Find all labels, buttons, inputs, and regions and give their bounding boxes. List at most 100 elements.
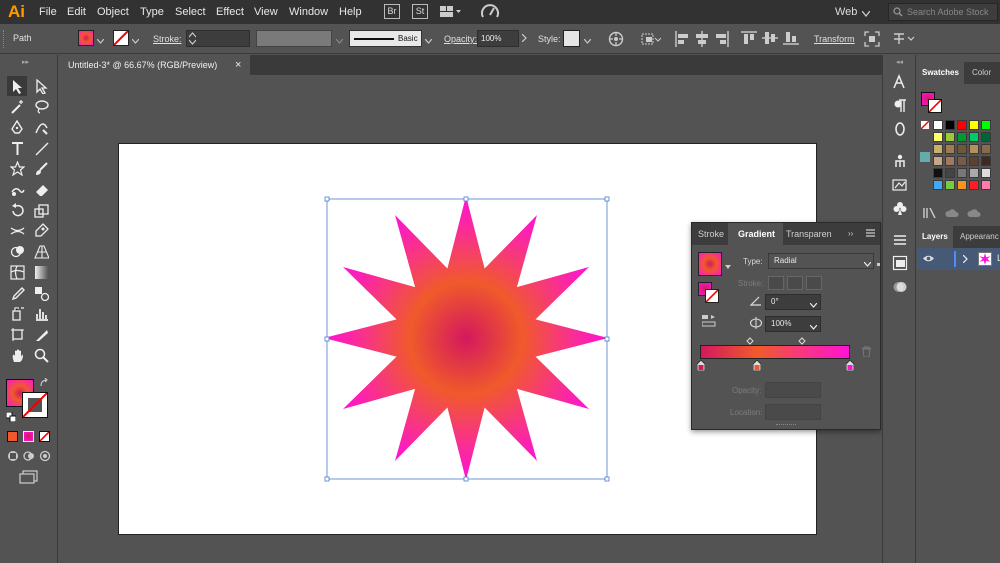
panel-options-icon[interactable]	[877, 258, 880, 269]
swatch[interactable]	[957, 156, 967, 166]
swatch[interactable]	[981, 132, 991, 142]
color-stop-2[interactable]	[752, 359, 762, 374]
gradient-tool[interactable]	[31, 262, 51, 282]
recolor-artwork-icon[interactable]	[608, 31, 624, 50]
align-bottom-icon[interactable]	[783, 31, 799, 48]
stroke-label[interactable]: Stroke:	[153, 34, 182, 44]
swatch[interactable]	[933, 156, 943, 166]
collapse-panel-icon[interactable]: ››	[848, 229, 853, 238]
swatch[interactable]	[969, 144, 979, 154]
menu-select[interactable]: Select	[175, 6, 206, 18]
gpu-performance-icon[interactable]	[480, 3, 500, 24]
slice-tool[interactable]	[31, 324, 51, 344]
brush-definition-field[interactable]: Basic	[349, 30, 422, 47]
align-to-icon[interactable]	[641, 31, 662, 50]
swatch[interactable]	[957, 144, 967, 154]
swatch[interactable]	[933, 144, 943, 154]
transform-button[interactable]: Transform	[814, 34, 855, 44]
blend-tool[interactable]	[31, 283, 51, 303]
reverse-gradient-icon[interactable]	[701, 315, 716, 330]
none-mode-button[interactable]	[39, 431, 50, 442]
swatch[interactable]	[945, 156, 955, 166]
stroke-color-swatch[interactable]	[113, 30, 129, 46]
character-icon[interactable]	[891, 73, 909, 91]
color-stop-3[interactable]	[845, 359, 855, 374]
isolate-object-icon[interactable]	[864, 31, 880, 50]
align-vertical-center-icon[interactable]	[762, 31, 778, 48]
image-trace-icon[interactable]	[891, 176, 909, 194]
opentype-icon[interactable]	[891, 120, 909, 138]
default-fill-stroke-icon[interactable]	[5, 411, 17, 425]
symbol-sprayer-tool[interactable]	[7, 304, 27, 324]
swatch[interactable]	[969, 120, 979, 130]
swap-fill-stroke-icon[interactable]	[40, 377, 50, 391]
swatch[interactable]	[957, 180, 967, 190]
type-tool[interactable]	[7, 138, 27, 158]
swatch[interactable]	[957, 132, 967, 142]
swatch[interactable]	[981, 156, 991, 166]
none-swatch[interactable]	[920, 120, 930, 130]
pen-tool[interactable]	[7, 117, 27, 137]
tab-color[interactable]: Color	[972, 62, 991, 84]
chevron-down-icon[interactable]	[335, 36, 344, 47]
paragraph-icon[interactable]	[891, 97, 909, 115]
swatch[interactable]	[957, 168, 967, 178]
menu-help[interactable]: Help	[339, 6, 362, 18]
arrange-documents-icon[interactable]	[440, 5, 462, 22]
fill-color-swatch[interactable]	[78, 30, 94, 46]
swatch[interactable]	[957, 120, 967, 130]
swatch[interactable]	[945, 168, 955, 178]
opacity-label[interactable]: Opacity:	[444, 34, 477, 44]
chevron-down-icon[interactable]	[809, 300, 818, 311]
chevron-down-icon[interactable]	[583, 36, 592, 47]
tab-swatches[interactable]: Swatches	[917, 62, 964, 84]
gradient-type-select[interactable]: Radial	[768, 253, 874, 269]
layer-row[interactable]: L	[917, 248, 1000, 270]
lasso-tool[interactable]	[31, 97, 51, 117]
color-stop-1[interactable]	[696, 359, 706, 374]
swatch[interactable]	[945, 132, 955, 142]
star-shape[interactable]	[324, 196, 608, 480]
stock-search-input[interactable]: Search Adobe Stock	[888, 3, 998, 21]
puppet-warp-tool[interactable]	[31, 221, 51, 241]
menu-type[interactable]: Type	[140, 6, 164, 18]
swatch[interactable]	[933, 180, 943, 190]
selection-tool[interactable]	[7, 76, 27, 96]
swatch[interactable]	[969, 180, 979, 190]
stroke-indicator[interactable]	[705, 289, 719, 303]
rectangle-tool[interactable]	[7, 159, 27, 179]
menu-window[interactable]: Window	[289, 6, 328, 18]
swatch-libraries-icon[interactable]	[923, 207, 937, 221]
shaper-tool[interactable]	[7, 180, 27, 200]
eye-icon[interactable]	[923, 254, 934, 266]
change-screen-mode-icon[interactable]	[19, 470, 39, 487]
collapse-toolbar-icon[interactable]: ▸▸	[22, 58, 29, 66]
stroke-indicator[interactable]	[928, 99, 942, 113]
magic-wand-tool[interactable]	[7, 97, 27, 117]
paintbrush-tool[interactable]	[31, 159, 51, 179]
rotate-tool[interactable]	[7, 200, 27, 220]
swatch[interactable]	[981, 168, 991, 178]
eraser-tool[interactable]	[31, 180, 51, 200]
chevron-down-icon[interactable]	[424, 36, 433, 47]
swatch[interactable]	[933, 168, 943, 178]
puppet-icon[interactable]	[891, 152, 909, 170]
menu-view[interactable]: View	[254, 6, 278, 18]
shape-builder-tool[interactable]	[7, 242, 27, 262]
swatch[interactable]	[945, 180, 955, 190]
perspective-grid-tool[interactable]	[31, 242, 51, 262]
document-tab[interactable]: Untitled-3* @ 66.67% (RGB/Preview) ×	[60, 55, 250, 75]
align-icon[interactable]	[891, 231, 909, 249]
chevron-down-icon[interactable]	[131, 36, 140, 47]
width-tool[interactable]	[7, 221, 27, 241]
variable-width-profile[interactable]	[256, 30, 332, 47]
align-top-icon[interactable]	[741, 31, 757, 48]
swatch[interactable]	[945, 120, 955, 130]
swatch[interactable]	[945, 144, 955, 154]
bridge-button[interactable]: Br	[384, 4, 400, 19]
swatch[interactable]	[981, 120, 991, 130]
draw-behind-icon[interactable]	[23, 450, 35, 465]
menu-effect[interactable]: Effect	[216, 6, 244, 18]
expand-layer-icon[interactable]	[962, 254, 968, 266]
align-left-icon[interactable]	[675, 31, 689, 50]
